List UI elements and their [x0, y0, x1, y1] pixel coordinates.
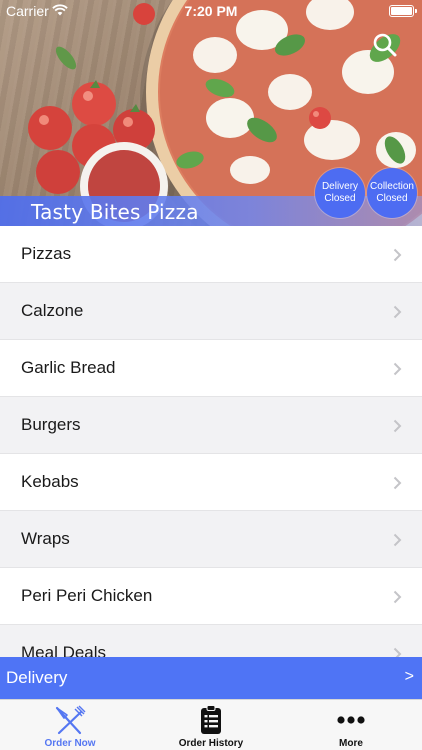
chevron-right-icon — [393, 305, 402, 319]
status-bar: Carrier 7:20 PM — [0, 0, 422, 22]
hero-banner: Carrier 7:20 PM Tasty Bites Pizza Delive… — [0, 0, 422, 226]
store-name: Tasty Bites Pizza — [31, 200, 199, 224]
tab-label: Order History — [178, 738, 244, 749]
category-row-burgers[interactable]: Burgers — [0, 397, 422, 454]
collection-status-badge: Collection Closed — [367, 168, 417, 218]
category-label: Peri Peri Chicken — [21, 586, 153, 605]
chevron-right-icon — [393, 647, 402, 657]
delivery-status-badge: Delivery Closed — [315, 168, 365, 218]
category-label: Burgers — [21, 415, 81, 434]
category-label: Calzone — [21, 301, 84, 320]
delivery-mode-label: Delivery — [6, 668, 68, 687]
status-time: 7:20 PM — [184, 3, 238, 19]
category-label: Meal Deals — [21, 643, 107, 657]
category-row-peri-peri-chicken[interactable]: Peri Peri Chicken — [0, 568, 422, 625]
category-label: Garlic Bread — [21, 358, 116, 377]
tab-order-history[interactable]: Order History — [141, 700, 281, 750]
clipboard-list-icon — [201, 705, 221, 734]
category-label: Wraps — [21, 529, 70, 548]
category-label: Pizzas — [21, 244, 72, 263]
tab-label: Order Now — [44, 738, 96, 749]
delivery-mode-bar[interactable]: Delivery > — [0, 657, 422, 699]
chevron-right-icon — [393, 476, 402, 490]
category-row-wraps[interactable]: Wraps — [0, 511, 422, 568]
chevron-right-icon — [393, 590, 402, 604]
search-icon[interactable] — [372, 32, 398, 58]
chevron-right-icon — [393, 248, 402, 262]
category-list: Pizzas Calzone Garlic Bread Burgers Keba… — [0, 226, 422, 657]
category-row-garlic-bread[interactable]: Garlic Bread — [0, 340, 422, 397]
tab-label: More — [339, 738, 363, 749]
chevron-right-icon — [393, 419, 402, 433]
category-row-meal-deals[interactable]: Meal Deals — [0, 625, 422, 657]
category-label: Kebabs — [21, 472, 79, 491]
tab-more[interactable]: More — [281, 700, 421, 750]
battery-icon — [389, 5, 417, 17]
delivery-arrow-icon: > — [404, 668, 414, 685]
chevron-right-icon — [393, 533, 402, 547]
tab-order-now[interactable]: Order Now — [0, 700, 140, 750]
category-row-pizzas[interactable]: Pizzas — [0, 226, 422, 283]
chevron-right-icon — [393, 362, 402, 376]
category-row-calzone[interactable]: Calzone — [0, 283, 422, 340]
category-row-kebabs[interactable]: Kebabs — [0, 454, 422, 511]
tab-bar: Order Now Order History More — [0, 699, 422, 750]
fork-knife-icon — [55, 705, 86, 735]
more-dots-icon — [337, 716, 365, 724]
